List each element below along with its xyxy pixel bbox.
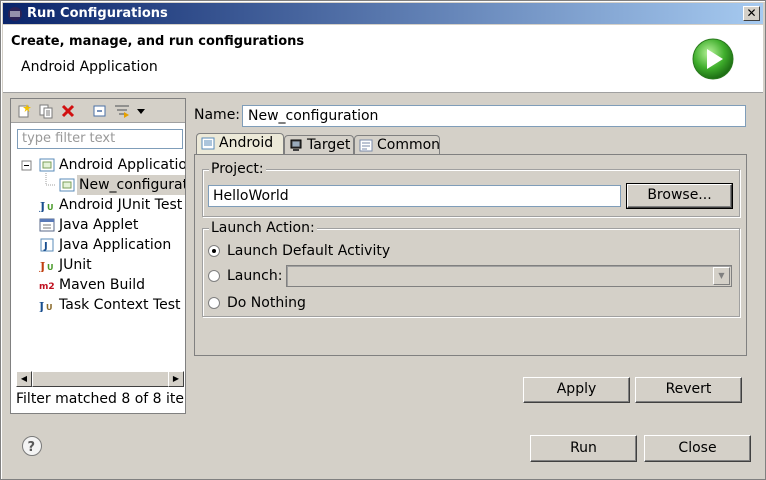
radio-button[interactable] xyxy=(208,270,220,282)
help-icon[interactable]: ? xyxy=(21,435,43,457)
svg-text:U: U xyxy=(47,263,54,272)
junit-icon: J U xyxy=(39,260,54,272)
apply-button[interactable]: Apply xyxy=(523,377,630,403)
run-button[interactable]: Run xyxy=(530,435,637,462)
android-app-icon xyxy=(39,158,55,172)
collapse-all-icon[interactable] xyxy=(92,103,108,119)
radio-launch[interactable]: Launch: xyxy=(208,266,284,286)
window-close-button[interactable]: ✕ xyxy=(743,6,760,21)
svg-text:U: U xyxy=(46,303,53,312)
title-bar[interactable]: Run Configurations ✕ xyxy=(3,3,763,24)
window-title: Run Configurations xyxy=(27,6,168,21)
task-context-icon: J U xyxy=(39,300,53,312)
target-tab-icon xyxy=(290,139,302,151)
project-label: Project: xyxy=(209,161,266,177)
scroll-left-icon[interactable]: ◀ xyxy=(16,371,32,387)
duplicate-icon[interactable] xyxy=(38,103,54,119)
radio-launch-default[interactable]: Launch Default Activity xyxy=(208,241,408,261)
eclipse-icon xyxy=(8,7,22,21)
radio-do-nothing[interactable]: Do Nothing xyxy=(208,293,348,313)
android-junit-icon: J U xyxy=(39,200,54,212)
header-subtitle: Android Application xyxy=(21,59,158,75)
launch-action-label: Launch Action: xyxy=(209,220,317,236)
view-menu-icon[interactable] xyxy=(136,103,146,119)
scroll-right-icon[interactable]: ▶ xyxy=(168,371,184,387)
java-applet-icon xyxy=(39,218,55,232)
scrollbar-thumb[interactable] xyxy=(32,371,170,387)
config-tabs: Android Target Common xyxy=(194,133,746,155)
project-input[interactable]: HelloWorld xyxy=(208,185,621,207)
tab-common[interactable]: Common xyxy=(354,135,440,155)
revert-button[interactable]: Revert xyxy=(635,377,742,403)
configuration-tree-panel: type filter text Android Application New… xyxy=(10,98,186,414)
svg-text:J: J xyxy=(43,241,48,252)
svg-text:J: J xyxy=(39,260,45,272)
launch-activity-combo[interactable]: ▼ xyxy=(286,265,732,287)
filter-icon[interactable] xyxy=(114,103,130,119)
dialog-header: Create, manage, and run configurations A… xyxy=(3,25,763,93)
chevron-down-icon[interactable]: ▼ xyxy=(713,267,730,285)
tree-horizontal-scrollbar[interactable]: ◀ ▶ xyxy=(16,371,184,387)
java-application-icon: J xyxy=(40,238,54,252)
android-config-icon xyxy=(59,178,75,192)
svg-text:?: ? xyxy=(28,440,36,455)
maven-icon: m2 xyxy=(39,282,55,292)
svg-text:J: J xyxy=(39,200,45,212)
new-configuration-icon[interactable] xyxy=(16,103,32,119)
configuration-tree: Android Application New_configuration J … xyxy=(11,155,185,371)
header-title: Create, manage, and run configurations xyxy=(11,34,305,49)
delete-icon[interactable] xyxy=(60,103,76,119)
tab-android[interactable]: Android xyxy=(196,133,284,155)
run-configurations-dialog: Run Configurations ✕ Create, manage, and… xyxy=(0,0,766,480)
filter-input[interactable]: type filter text xyxy=(17,129,183,149)
name-input[interactable]: New_configuration xyxy=(242,105,746,127)
svg-text:J: J xyxy=(39,300,44,312)
svg-text:U: U xyxy=(47,203,54,212)
close-button[interactable]: Close xyxy=(644,435,751,462)
svg-text:m2: m2 xyxy=(39,282,55,292)
name-label: Name: xyxy=(194,107,241,123)
tree-toolbar xyxy=(11,99,185,123)
filter-status: Filter matched 8 of 8 items xyxy=(16,391,184,407)
radio-button[interactable] xyxy=(208,297,220,309)
common-tab-icon xyxy=(359,139,373,152)
browse-button[interactable]: Browse... xyxy=(626,183,733,209)
run-icon xyxy=(692,38,734,80)
android-tab-icon xyxy=(201,137,215,150)
radio-button[interactable] xyxy=(208,245,220,257)
tab-target[interactable]: Target xyxy=(284,135,354,155)
